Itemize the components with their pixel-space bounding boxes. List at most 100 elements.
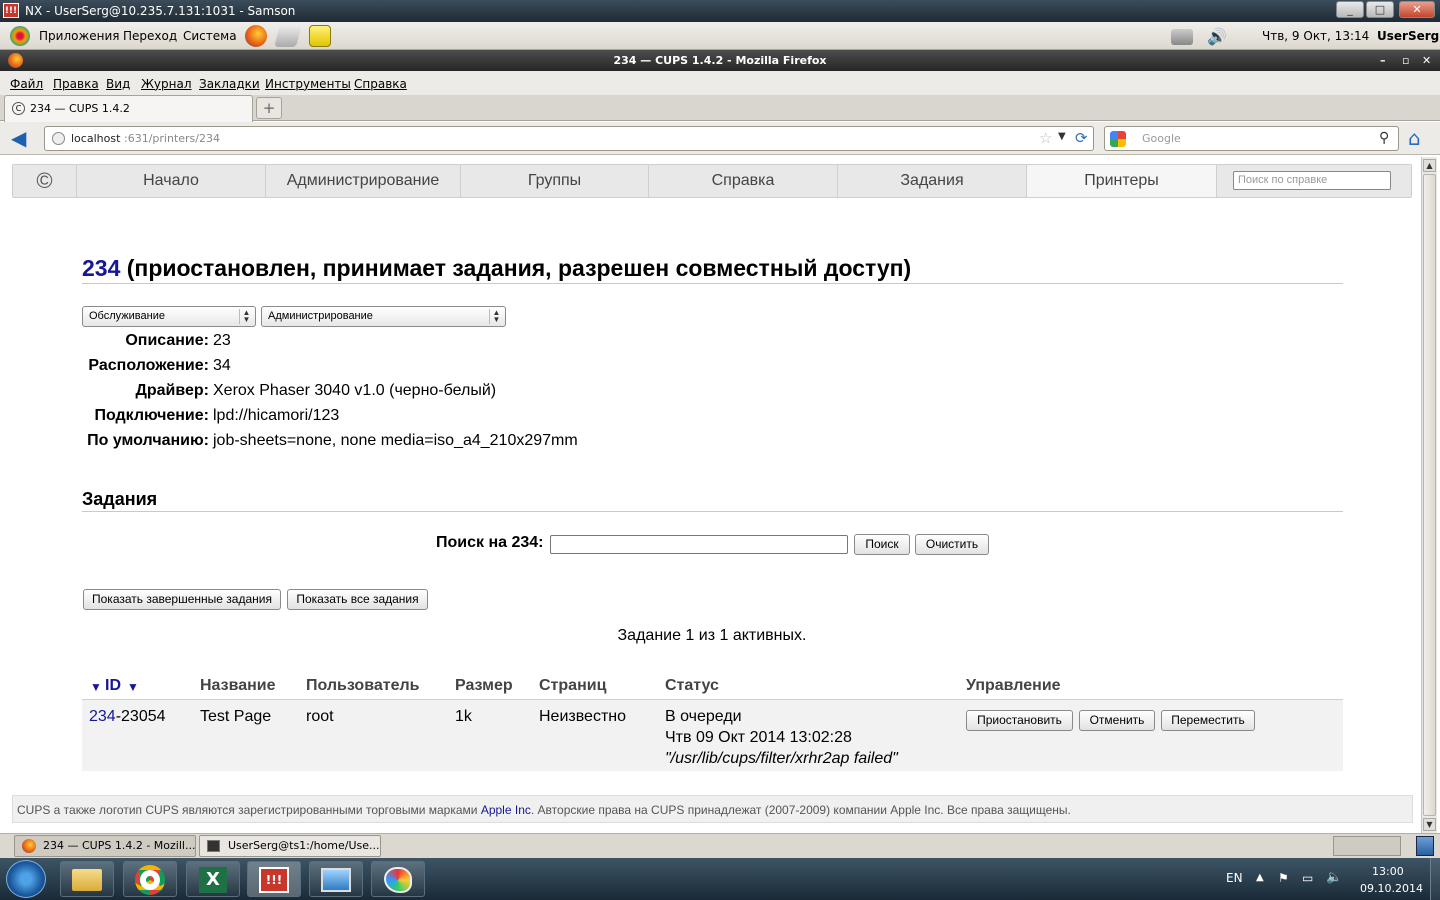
notes-launcher-icon[interactable] [309, 25, 331, 47]
taskbar-item-terminal[interactable]: UserSerg@ts1:/home/Use... [199, 835, 381, 857]
maintenance-select[interactable]: Обслуживание ▲ ▼ [82, 306, 256, 327]
workspace-switcher[interactable] [1333, 836, 1401, 856]
explorer-taskbar-icon[interactable] [60, 861, 114, 897]
web-search-bar[interactable]: Google ⚲ [1104, 126, 1399, 151]
tab-administration[interactable]: Администрирование [266, 165, 461, 197]
search-button[interactable]: Поиск [854, 534, 910, 555]
show-hidden-icons-icon[interactable]: ▲ [1256, 872, 1264, 883]
reload-icon[interactable]: ⟳ [1075, 129, 1088, 147]
firefox-icon [8, 53, 23, 68]
sort-arrow-icon[interactable]: ▼ [90, 680, 102, 694]
scroll-up-icon[interactable]: ▲ [1423, 159, 1436, 172]
show-desktop-button[interactable] [1430, 858, 1440, 900]
paint-taskbar-icon[interactable] [371, 861, 425, 897]
prop-label-driver: Драйвер: [135, 382, 209, 399]
mail-launcher-icon[interactable] [274, 25, 302, 47]
start-button-icon[interactable] [6, 860, 46, 898]
chrome-taskbar-icon[interactable] [123, 861, 177, 897]
remote-desktop-taskbar-icon[interactable] [309, 861, 363, 897]
tab-home[interactable]: Начало [77, 165, 266, 197]
menu-edit[interactable]: Правка [53, 77, 99, 91]
nx-window-titlebar[interactable]: !!! NX - UserSerg@10.235.7.131:1031 - Sa… [0, 0, 1440, 22]
url-bar[interactable]: localhost :631/printers/234 ☆ ▼ ⟳ [44, 126, 1094, 151]
volume-tray-icon[interactable]: 🔈 [1326, 870, 1342, 885]
page-title: 234 (приостановлен, принимает задания, р… [82, 255, 911, 282]
menu-bookmarks[interactable]: Закладки [199, 77, 260, 91]
minimize-button[interactable]: _ [1336, 1, 1364, 18]
help-search-input[interactable]: Поиск по справке [1233, 171, 1391, 190]
job-id-link[interactable]: 234 [89, 708, 116, 725]
page-footer: CUPS а также логотип CUPS являются зарег… [12, 795, 1413, 823]
network-icon[interactable] [1171, 29, 1193, 45]
col-header-control: Управление [966, 677, 1061, 694]
tray-time[interactable]: 13:00 [1372, 865, 1404, 878]
site-identity-icon[interactable] [52, 132, 65, 145]
ff-close-icon[interactable]: ✕ [1422, 50, 1431, 71]
apple-link[interactable]: Apple Inc [481, 803, 531, 817]
firefox-launcher-icon[interactable] [245, 25, 267, 47]
ff-minimize-icon[interactable]: – [1380, 50, 1386, 71]
sort-arrow-icon[interactable]: ▼ [127, 680, 139, 694]
excel-taskbar-icon[interactable]: X [186, 861, 240, 897]
menu-file[interactable]: Файл [10, 77, 43, 91]
search-go-icon[interactable]: ⚲ [1379, 130, 1389, 146]
scrollbar-thumb[interactable] [1423, 174, 1436, 816]
terminal-icon [207, 840, 220, 852]
home-icon[interactable]: ⌂ [1408, 127, 1430, 149]
printer-name-link[interactable]: 234 [82, 255, 120, 281]
prop-value-defaults: job-sheets=none, none media=iso_a4_210x2… [213, 432, 578, 449]
prop-value-description: 23 [213, 332, 231, 349]
firefox-titlebar[interactable]: 234 — CUPS 1.4.2 - Mozilla Firefox – ▫ ✕ [0, 50, 1440, 71]
menu-tools[interactable]: Инструменты [265, 77, 351, 91]
url-dropdown-icon[interactable]: ▼ [1058, 131, 1066, 142]
google-engine-icon[interactable] [1110, 131, 1126, 147]
clear-button[interactable]: Очистить [915, 534, 989, 555]
bookmark-star-icon[interactable]: ☆ [1039, 129, 1052, 147]
action-center-flag-icon[interactable]: ⚑ [1278, 871, 1289, 885]
cancel-job-button[interactable]: Отменить [1079, 710, 1155, 731]
maximize-button[interactable]: □ [1366, 1, 1394, 18]
scroll-down-icon[interactable]: ▼ [1423, 818, 1436, 831]
tab-help[interactable]: Справка [649, 165, 838, 197]
windows-taskbar: X !!! EN ▲ ⚑ ▭ 🔈 13:00 09.10.2014 [0, 858, 1440, 900]
language-indicator[interactable]: EN [1226, 871, 1243, 885]
menu-view[interactable]: Вид [106, 77, 130, 91]
tray-date[interactable]: 09.10.2014 [1360, 882, 1423, 895]
browser-tab-active[interactable]: C 234 — CUPS 1.4.2 [4, 95, 253, 122]
job-pages-cell: Неизвестно [539, 708, 627, 725]
show-completed-jobs-button[interactable]: Показать завершенные задания [83, 589, 281, 610]
new-tab-button[interactable]: + [256, 97, 282, 119]
trash-icon[interactable] [1416, 836, 1434, 856]
job-search-input[interactable] [550, 535, 848, 554]
cups-logo-icon[interactable]: © [13, 165, 77, 197]
nx-taskbar-icon[interactable]: !!! [247, 861, 301, 897]
ff-maximize-icon[interactable]: ▫ [1402, 50, 1409, 71]
jobs-heading: Задания [82, 489, 158, 509]
title-divider [82, 283, 1343, 284]
close-button[interactable]: ✕ [1399, 1, 1435, 18]
hold-job-button[interactable]: Приостановить [966, 710, 1073, 731]
taskbar-item-firefox[interactable]: 234 — CUPS 1.4.2 - Mozill... [14, 835, 196, 857]
network-tray-icon[interactable]: ▭ [1302, 871, 1313, 885]
menu-help[interactable]: Справка [354, 77, 407, 91]
tab-printers[interactable]: Принтеры [1027, 165, 1217, 197]
menu-places[interactable]: Переход [123, 29, 177, 43]
menu-applications[interactable]: Приложения [39, 29, 120, 43]
url-host: localhost [71, 132, 121, 145]
job-id-cell: 234-23054 [89, 708, 166, 726]
vertical-scrollbar[interactable]: ▲ ▼ [1421, 157, 1437, 833]
menu-history[interactable]: Журнал [141, 77, 192, 91]
administration-select[interactable]: Администрирование ▲ ▼ [261, 306, 506, 327]
volume-icon[interactable]: 🔊 [1207, 28, 1227, 46]
menu-system[interactable]: Система [183, 29, 237, 43]
show-all-jobs-button[interactable]: Показать все задания [287, 589, 428, 610]
cups-navigation: © Начало Администрирование Группы Справк… [12, 164, 1412, 198]
prop-label-location: Расположение: [88, 357, 209, 374]
move-job-button[interactable]: Переместить [1161, 710, 1255, 731]
back-arrow-icon[interactable]: ◀ [11, 128, 33, 148]
panel-clock[interactable]: Чтв, 9 Окт, 13:14 [1262, 29, 1369, 43]
tab-jobs[interactable]: Задания [838, 165, 1027, 197]
col-header-id[interactable]: ID [105, 677, 121, 695]
tab-classes[interactable]: Группы [461, 165, 649, 197]
panel-user[interactable]: UserSerg [1377, 29, 1439, 43]
